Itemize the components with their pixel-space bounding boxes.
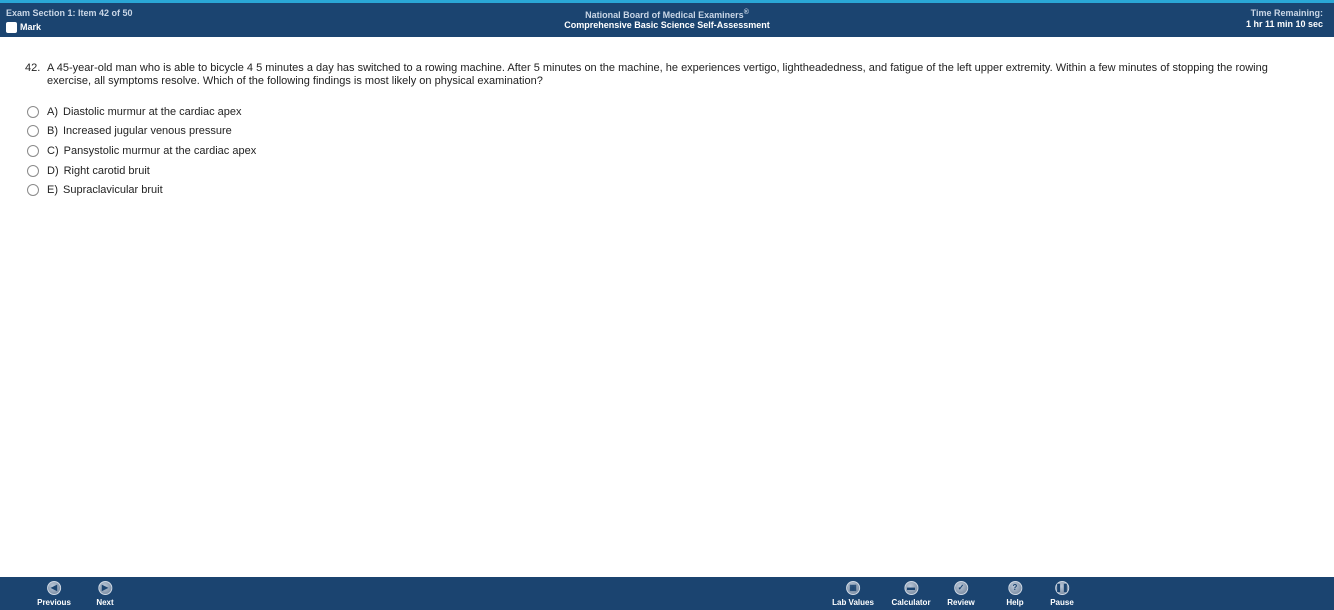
pause-button[interactable]: ❚❚ Pause: [1050, 581, 1074, 607]
next-button[interactable]: ▶ Next: [96, 581, 114, 607]
review-button[interactable]: ✓ Review: [947, 581, 975, 607]
lab-values-icon: ▦: [845, 581, 860, 595]
option-text: Right carotid bruit: [63, 164, 150, 177]
answer-option-e[interactable]: E) Supraclavicular bruit: [27, 180, 256, 200]
radio-button[interactable]: [27, 125, 39, 138]
exam-header-bar: Exam Section 1: Item 42 of 50 Mark Natio…: [0, 0, 1334, 37]
option-text: Pansystolic murmur at the cardiac apex: [63, 144, 257, 157]
arrow-right-icon: ▶: [98, 581, 112, 595]
option-letter: A): [47, 105, 58, 118]
help-icon: ?: [1008, 581, 1022, 595]
header-center: National Board of Medical Examiners® Com…: [0, 8, 1334, 30]
org-name-text: National Board of Medical Examiners: [585, 10, 744, 20]
answer-option-c[interactable]: C) Pansystolic murmur at the cardiac ape…: [27, 141, 256, 161]
calculator-label: Calculator: [891, 598, 931, 607]
previous-button[interactable]: ◀ Previous: [37, 581, 71, 607]
option-letter: B): [47, 125, 58, 138]
option-letter: C): [47, 144, 59, 157]
answer-option-a[interactable]: A) Diastolic murmur at the cardiac apex: [27, 102, 256, 122]
calculator-button[interactable]: ▬ Calculator: [891, 581, 931, 607]
option-text: Supraclavicular bruit: [63, 184, 163, 197]
time-remaining-label: Time Remaining:: [1250, 8, 1323, 18]
previous-label: Previous: [37, 598, 71, 607]
answer-options: A) Diastolic murmur at the cardiac apex …: [27, 102, 256, 200]
question-number: 42.: [25, 62, 41, 74]
option-letter: D): [47, 164, 59, 177]
radio-button[interactable]: [27, 144, 39, 157]
radio-button[interactable]: [27, 105, 39, 118]
help-button[interactable]: ? Help: [1006, 581, 1024, 607]
review-check-icon: ✓: [953, 581, 968, 595]
arrow-left-icon: ◀: [46, 581, 61, 595]
pause-icon: ❚❚: [1054, 581, 1069, 595]
registered-mark: ®: [743, 9, 749, 16]
radio-button[interactable]: [27, 164, 39, 177]
radio-button[interactable]: [27, 184, 39, 197]
review-label: Review: [947, 598, 975, 607]
help-label: Help: [1006, 598, 1024, 607]
calculator-icon: ▬: [904, 581, 918, 595]
question-text: A 45-year-old man who is able to bicycle…: [47, 62, 1268, 87]
lab-values-button[interactable]: ▦ Lab Values: [832, 581, 874, 607]
option-text: Increased jugular venous pressure: [63, 125, 232, 138]
answer-option-b[interactable]: B) Increased jugular venous pressure: [27, 122, 256, 142]
question-stem: 42. A 45-year-old man who is able to bic…: [25, 62, 1295, 88]
option-letter: E): [47, 184, 58, 197]
assessment-name: Comprehensive Basic Science Self-Assessm…: [564, 20, 770, 30]
exam-footer-bar: ◀ Previous ▶ Next ▦ Lab Values ▬ Calcula…: [0, 577, 1334, 610]
lab-values-label: Lab Values: [832, 598, 874, 607]
org-name: National Board of Medical Examiners®: [0, 8, 1334, 20]
next-label: Next: [96, 598, 114, 607]
pause-label: Pause: [1050, 598, 1074, 607]
time-remaining-value: 1 hr 11 min 10 sec: [1245, 19, 1323, 29]
timer: Time Remaining: 1 hr 11 min 10 sec: [1246, 8, 1323, 30]
option-text: Diastolic murmur at the cardiac apex: [63, 105, 242, 118]
answer-option-d[interactable]: D) Right carotid bruit: [27, 161, 256, 181]
